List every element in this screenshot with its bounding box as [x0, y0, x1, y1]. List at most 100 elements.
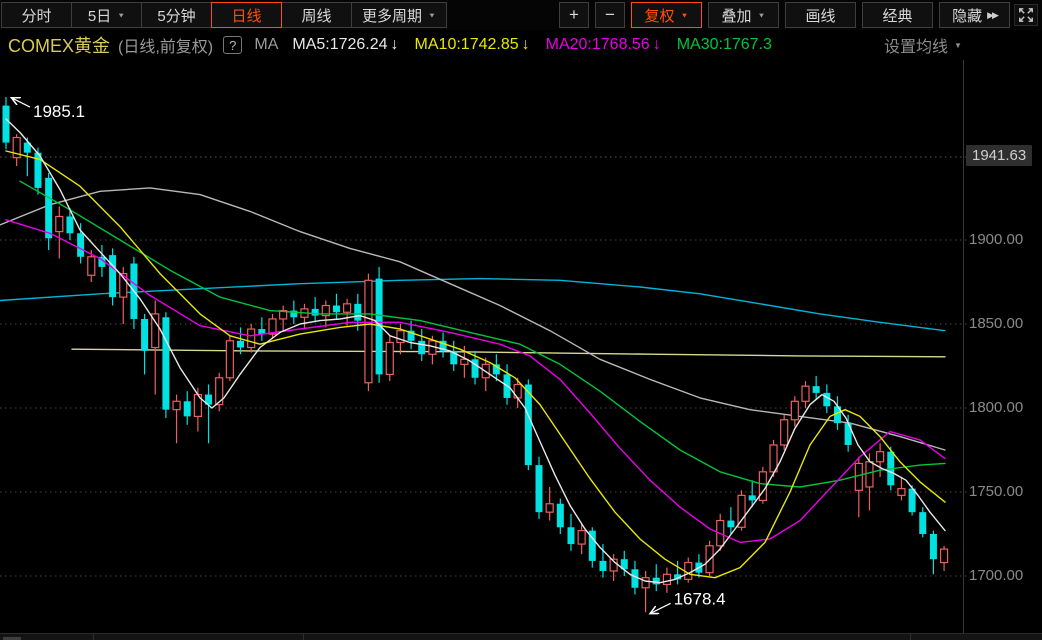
overlay-button[interactable]: 叠加 ▼ [708, 2, 779, 28]
candle [258, 317, 266, 341]
chevron-down-icon: ▼ [757, 11, 766, 19]
chevron-down-icon: ▼ [954, 40, 962, 50]
divider [910, 634, 911, 640]
candle-body-down [311, 308, 319, 316]
candle-body-up [55, 215, 64, 233]
ma-settings-label: 设置均线 [884, 39, 949, 56]
candle-body-up [225, 340, 234, 379]
candle [205, 384, 213, 444]
candle-body-down [418, 340, 426, 355]
zoom-in-button-label: + [569, 5, 579, 24]
candle [801, 381, 810, 408]
candle-body-up [641, 577, 650, 589]
tab-daily[interactable]: 日线 [211, 2, 282, 28]
candle-body-up [172, 400, 181, 411]
tab-fenshi[interactable]: 分时 [1, 2, 72, 28]
chevron-down-icon: ▼ [117, 11, 126, 19]
y-axis-label: 1850.00 [969, 315, 1024, 332]
candle-body-down [2, 105, 10, 143]
candle [652, 564, 660, 592]
candle-body-up [577, 530, 586, 545]
bottom-bar[interactable] [0, 633, 1042, 640]
tab-weekly-label: 周线 [301, 7, 332, 25]
candle-body-down [652, 577, 660, 585]
candle-body-down [631, 569, 639, 588]
expand-arrows-icon [1019, 8, 1033, 22]
candle [141, 313, 149, 375]
candle-body-up [780, 419, 789, 446]
candle [567, 513, 575, 551]
ma10-value: MA10:1742.85 ↓ [415, 36, 530, 53]
candle [311, 297, 319, 323]
candle-body-down [567, 527, 575, 545]
candle-body-up [897, 488, 906, 496]
candle [897, 476, 906, 501]
candle-body-up [364, 279, 373, 384]
chart-app: 分时 5日 ▼ 5分钟 日线 周线 更多周期 ▼ + − 复权 ▼ 叠加 ▼ 画线 经典 隐藏 ▶▶ COMEX… [0, 0, 1042, 640]
toolbar: 分时 5日 ▼ 5分钟 日线 周线 更多周期 ▼ + − 复权 ▼ 叠加 ▼ 画线 经典 隐藏 ▶▶ [0, 0, 1042, 30]
tab-more-periods[interactable]: 更多周期 ▼ [351, 2, 447, 28]
candlestick-chart[interactable]: 1985.1 1678.4 [0, 60, 1042, 633]
help-icon[interactable]: ? [223, 36, 243, 54]
candle-body-down [844, 423, 852, 445]
classic-button[interactable]: 经典 [862, 2, 933, 28]
candle-body-up [939, 548, 949, 564]
candle [780, 414, 789, 450]
tab-5day[interactable]: 5日 ▼ [71, 2, 142, 28]
overlay-button-label: 叠加 [721, 7, 752, 25]
fuquan-button-label: 复权 [644, 7, 675, 25]
zoom-out-button[interactable]: − [595, 2, 625, 28]
tab-5day-label: 5日 [87, 7, 112, 25]
candle-body-up [545, 503, 554, 513]
candle [279, 305, 288, 331]
tab-fenshi-label: 分时 [21, 7, 52, 25]
candle [939, 545, 949, 571]
candle-body-up [247, 328, 256, 349]
down-arrow-icon: ↓ [652, 36, 661, 53]
hide-button[interactable]: 隐藏 ▶▶ [939, 2, 1010, 28]
candle-body-down [354, 303, 362, 321]
ma5-value: MA5:1726.24 ↓ [292, 36, 398, 53]
candle-body-down [929, 534, 937, 560]
candle-body-up [343, 303, 352, 313]
candle-body-up [876, 451, 885, 463]
tab-weekly[interactable]: 周线 [281, 2, 352, 28]
chart-area: 1985.1 1678.4 1941.63 1900.00 1850.00 1800.0… [0, 60, 1042, 633]
candle [151, 300, 160, 395]
y-axis-label: 1800.00 [969, 399, 1024, 416]
zoom-out-button-label: − [605, 5, 615, 24]
candle-body-up [865, 461, 874, 488]
fuquan-button[interactable]: 复权 ▼ [631, 2, 702, 28]
candle [556, 498, 564, 534]
candle [385, 335, 394, 382]
ma-values: MA5:1726.24 ↓ MA10:1742.85 ↓ MA20:1768.56 ↓ MA… [292, 36, 788, 54]
tab-5min[interactable]: 5分钟 [141, 2, 212, 28]
candle [705, 540, 714, 576]
tab-5min-label: 5分钟 [157, 7, 196, 25]
candle [130, 256, 138, 330]
draw-line-button[interactable]: 画线 [785, 2, 856, 28]
candle [172, 394, 181, 444]
candle [588, 527, 596, 568]
candle-body-down [77, 233, 85, 257]
annotation-arrow [651, 602, 671, 613]
candle-body-up [758, 471, 767, 501]
ma-settings-dropdown[interactable]: 设置均线 ▼ [880, 30, 966, 60]
infobar: COMEX黄金 (日线,前复权) ? MA MA5:1726.24 ↓ MA10:1… [0, 30, 1042, 60]
ma-label: MA [254, 36, 279, 53]
candle-body-down [183, 401, 191, 417]
candle-body-up [854, 462, 863, 491]
candle-body-up [87, 256, 96, 276]
candle-body-down [919, 512, 927, 534]
candle [66, 208, 74, 240]
candle-body-down [599, 560, 607, 571]
candle [481, 357, 490, 392]
annotation-arrow [12, 98, 31, 108]
candle [55, 206, 64, 259]
candle [109, 248, 117, 306]
candle [77, 223, 85, 264]
fullscreen-button[interactable] [1014, 4, 1038, 26]
candle [599, 544, 607, 578]
candle [727, 507, 735, 534]
zoom-in-button[interactable]: + [559, 2, 589, 28]
